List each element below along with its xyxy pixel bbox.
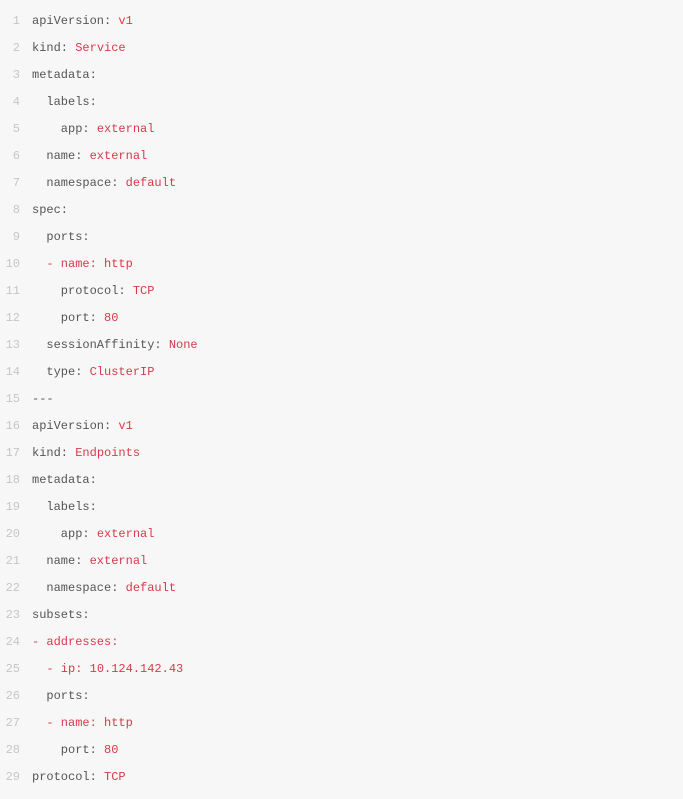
code-content: name: external [32,143,147,170]
line-number: 24 [0,629,32,656]
line-number: 9 [0,224,32,251]
code-content: apiVersion: v1 [32,413,133,440]
code-content: type: ClusterIP [32,359,154,386]
code-line: 1apiVersion: v1 [0,8,683,35]
line-number: 21 [0,548,32,575]
code-line: 20 app: external [0,521,683,548]
line-number: 20 [0,521,32,548]
code-line: 13 sessionAffinity: None [0,332,683,359]
line-number: 23 [0,602,32,629]
line-number: 5 [0,116,32,143]
code-line: 2kind: Service [0,35,683,62]
code-content: kind: Endpoints [32,440,140,467]
line-number: 25 [0,656,32,683]
code-line: 17kind: Endpoints [0,440,683,467]
line-number: 8 [0,197,32,224]
line-number: 27 [0,710,32,737]
code-line: 24- addresses: [0,629,683,656]
code-line: 15--- [0,386,683,413]
code-line: 4 labels: [0,89,683,116]
line-number: 10 [0,251,32,278]
code-content: name: external [32,548,147,575]
code-line: 27 - name: http [0,710,683,737]
code-line: 16apiVersion: v1 [0,413,683,440]
code-line: 8spec: [0,197,683,224]
code-line: 26 ports: [0,683,683,710]
code-line: 6 name: external [0,143,683,170]
code-content: kind: Service [32,35,126,62]
code-content: - addresses: [32,629,118,656]
line-number: 7 [0,170,32,197]
code-content: namespace: default [32,170,176,197]
code-line: 12 port: 80 [0,305,683,332]
line-number: 12 [0,305,32,332]
line-number: 17 [0,440,32,467]
code-content: namespace: default [32,575,176,602]
line-number: 4 [0,89,32,116]
code-line: 23subsets: [0,602,683,629]
line-number: 18 [0,467,32,494]
code-content: apiVersion: v1 [32,8,133,35]
code-line: 19 labels: [0,494,683,521]
code-line: 22 namespace: default [0,575,683,602]
line-number: 28 [0,737,32,764]
code-line: 9 ports: [0,224,683,251]
code-line: 14 type: ClusterIP [0,359,683,386]
code-line: 5 app: external [0,116,683,143]
line-number: 16 [0,413,32,440]
line-number: 15 [0,386,32,413]
code-content: app: external [32,116,154,143]
line-number: 22 [0,575,32,602]
line-number: 1 [0,8,32,35]
code-content: spec: [32,197,68,224]
code-line: 18metadata: [0,467,683,494]
code-content: port: 80 [32,305,118,332]
code-line: 21 name: external [0,548,683,575]
line-number: 14 [0,359,32,386]
line-number: 6 [0,143,32,170]
code-content: - name: http [32,710,133,737]
line-number: 19 [0,494,32,521]
code-content: sessionAffinity: None [32,332,198,359]
line-number: 3 [0,62,32,89]
code-content: subsets: [32,602,90,629]
code-line: 11 protocol: TCP [0,278,683,305]
code-content: metadata: [32,62,97,89]
code-line: 25 - ip: 10.124.142.43 [0,656,683,683]
code-line: 28 port: 80 [0,737,683,764]
code-content: labels: [32,89,97,116]
line-number: 11 [0,278,32,305]
code-content: protocol: TCP [32,278,154,305]
code-content: metadata: [32,467,97,494]
code-content: - ip: 10.124.142.43 [32,656,183,683]
yaml-code-block: 1apiVersion: v12kind: Service3metadata:4… [0,0,683,799]
code-content: port: 80 [32,737,118,764]
code-line: 7 namespace: default [0,170,683,197]
code-line: 3metadata: [0,62,683,89]
code-line: 10 - name: http [0,251,683,278]
code-content: - name: http [32,251,133,278]
line-number: 2 [0,35,32,62]
line-number: 26 [0,683,32,710]
code-content: ports: [32,224,90,251]
code-content: ports: [32,683,90,710]
code-content: --- [32,386,54,413]
code-content: app: external [32,521,154,548]
code-content: labels: [32,494,97,521]
line-number: 13 [0,332,32,359]
